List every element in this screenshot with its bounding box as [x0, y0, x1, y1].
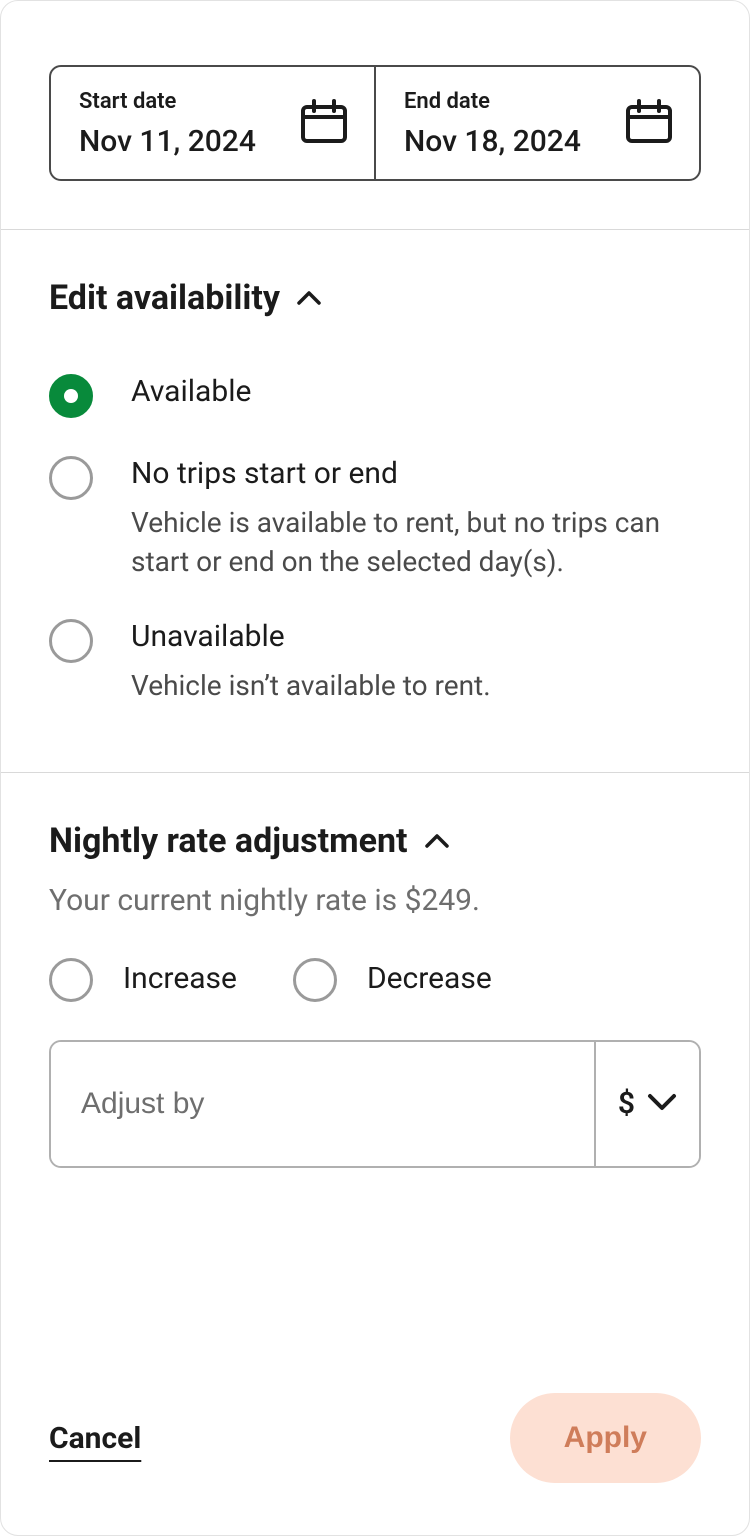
nightly-rate-title: Nightly rate adjustment — [49, 821, 408, 861]
end-date-label: End date — [404, 89, 581, 114]
calendar-icon — [300, 99, 348, 149]
radio-label: Available — [131, 372, 701, 411]
cancel-button[interactable]: Cancel — [49, 1421, 141, 1456]
chevron-up-icon — [296, 290, 322, 306]
radio-indicator — [49, 374, 93, 418]
calendar-icon — [625, 99, 673, 149]
edit-availability-title: Edit availability — [49, 278, 280, 318]
radio-indicator — [49, 619, 93, 663]
rate-direction-decrease[interactable]: Decrease — [293, 956, 492, 1002]
rate-direction-increase[interactable]: Increase — [49, 956, 237, 1002]
adjust-by-input[interactable] — [51, 1042, 594, 1166]
radio-label: Decrease — [367, 959, 492, 998]
radio-label: No trips start or end — [131, 454, 701, 493]
radio-indicator — [49, 958, 93, 1002]
availability-option-unavailable[interactable]: Unavailable Vehicle isn’t available to r… — [49, 599, 701, 723]
start-date-value: Nov 11, 2024 — [79, 124, 256, 159]
radio-label: Unavailable — [131, 617, 701, 656]
start-date-picker[interactable]: Start date Nov 11, 2024 — [51, 67, 374, 179]
adjust-unit-label: $ — [618, 1086, 635, 1121]
radio-indicator — [49, 456, 93, 500]
apply-button[interactable]: Apply — [510, 1393, 701, 1483]
edit-availability-toggle[interactable]: Edit availability — [49, 278, 701, 318]
adjust-unit-select[interactable]: $ — [594, 1042, 699, 1166]
chevron-down-icon — [647, 1093, 677, 1115]
end-date-value: Nov 18, 2024 — [404, 124, 581, 159]
end-date-picker[interactable]: End date Nov 18, 2024 — [374, 67, 699, 179]
radio-label: Increase — [123, 959, 237, 998]
availability-option-available[interactable]: Available — [49, 354, 701, 436]
start-date-label: Start date — [79, 89, 256, 114]
availability-option-no-trips[interactable]: No trips start or end Vehicle is availab… — [49, 436, 701, 599]
radio-description: Vehicle is available to rent, but no tri… — [131, 503, 701, 581]
nightly-rate-toggle[interactable]: Nightly rate adjustment — [49, 821, 701, 861]
radio-description: Vehicle isn’t available to rent. — [131, 666, 701, 705]
current-rate-note: Your current nightly rate is $249. — [49, 883, 701, 918]
chevron-up-icon — [424, 833, 450, 849]
date-range: Start date Nov 11, 2024 End date Nov 18,… — [49, 65, 701, 181]
radio-indicator — [293, 958, 337, 1002]
